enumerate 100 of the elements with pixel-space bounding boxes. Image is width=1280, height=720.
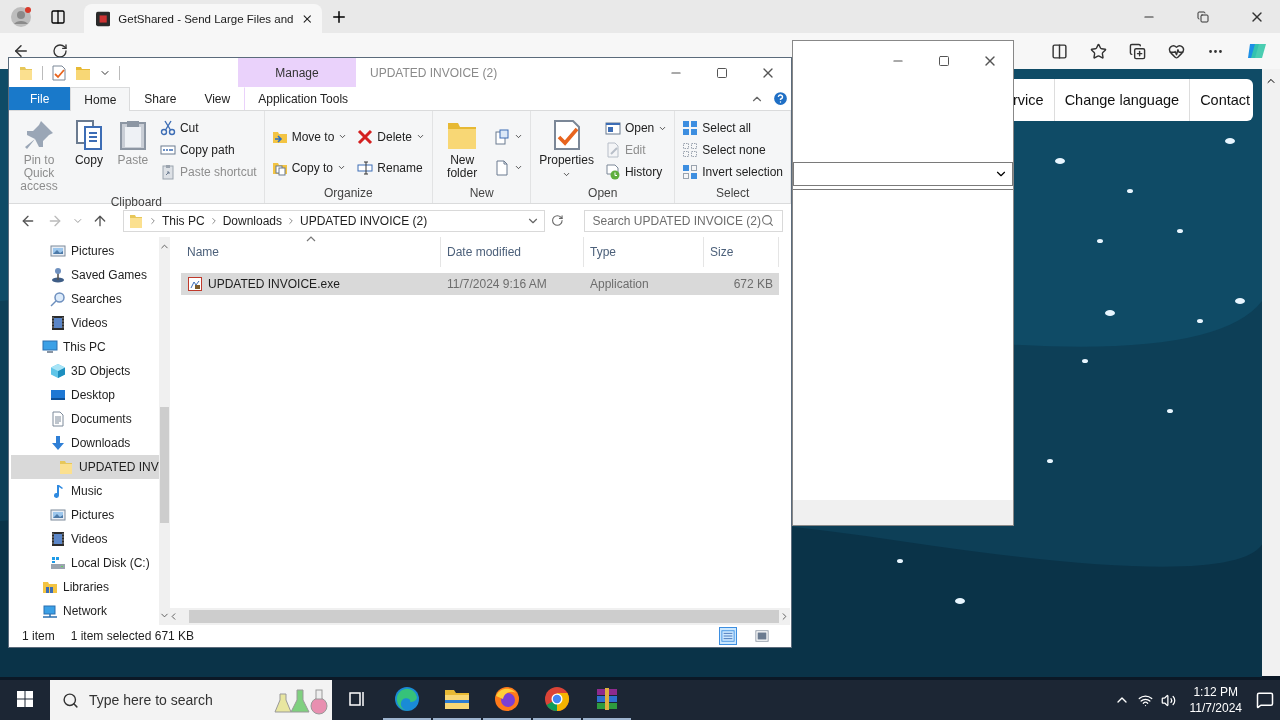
monitor-icon — [42, 339, 58, 355]
status-text: 1 item selected 671 KB — [70, 629, 195, 643]
refresh-icon[interactable] — [52, 43, 68, 59]
nav-item[interactable]: Local Disk (C:) — [11, 551, 159, 575]
view-toggle[interactable] — [753, 627, 771, 645]
ribbon-button[interactable]: Select none — [679, 139, 786, 161]
search-icon — [761, 214, 774, 227]
profile-avatar[interactable] — [10, 5, 32, 28]
taskbar-search-field[interactable]: Type here to search — [50, 680, 332, 720]
column-header[interactable]: Date modified — [441, 237, 584, 267]
context-tab-header: Manage — [238, 58, 356, 87]
nav-link[interactable]: Contact — [1189, 79, 1261, 121]
ribbon-tab[interactable]: Home — [70, 87, 131, 111]
scissors-icon — [159, 120, 176, 136]
nav-item[interactable]: Videos — [11, 311, 159, 335]
table-cell-text: 672 KB — [732, 276, 774, 293]
cube-icon — [50, 363, 66, 379]
ribbon-button[interactable]: Move to — [268, 125, 351, 148]
ribbon-button[interactable]: Copy path — [156, 139, 260, 161]
notifications-icon[interactable] — [1256, 691, 1274, 709]
scroll-thumb[interactable] — [189, 610, 779, 623]
table-cell-text: 11/7/2024 9:16 AM — [446, 276, 548, 293]
volume-icon[interactable] — [1160, 692, 1176, 708]
nav-item[interactable]: UPDATED INV — [11, 455, 159, 479]
nav-item[interactable]: Music — [11, 479, 159, 503]
ribbon-button[interactable]: New folder — [437, 117, 488, 182]
caret-icon — [338, 132, 348, 141]
ribbon-button[interactable]: Cut — [156, 117, 260, 139]
performance-icon[interactable] — [1168, 42, 1185, 60]
firefox-icon[interactable] — [494, 686, 520, 712]
ribbon-button[interactable]: Select all — [679, 117, 786, 139]
clock[interactable]: 1:12 PM 11/7/2024 — [1183, 684, 1248, 716]
nav-item[interactable]: Pictures — [11, 239, 159, 263]
file-row[interactable]: UPDATED INVOICE.exe 11/7/2024 9:16 AM Application 672 KB — [181, 273, 779, 295]
favorites-icon[interactable] — [1090, 42, 1107, 60]
nav-link[interactable]: Change language — [1053, 79, 1190, 121]
ribbon-button[interactable]: Rename — [354, 156, 429, 179]
edge-icon[interactable] — [394, 686, 420, 712]
details-view-icon — [721, 629, 735, 643]
network-icon[interactable] — [1137, 692, 1153, 708]
sort-caret-icon — [304, 235, 317, 242]
view-toggle[interactable] — [719, 627, 737, 645]
caret-icon — [562, 170, 572, 179]
ribbon-button[interactable]: Delete — [354, 125, 429, 148]
help-icon[interactable] — [772, 90, 789, 107]
properties-icon[interactable] — [51, 64, 67, 81]
column-header[interactable]: Size — [704, 237, 779, 267]
nav-item[interactable]: Network — [11, 599, 159, 623]
nav-item[interactable]: 3D Objects — [11, 359, 159, 383]
chevron-icon — [286, 215, 296, 226]
nav-item[interactable]: Downloads — [11, 431, 159, 455]
back-icon[interactable] — [12, 42, 30, 60]
breadcrumb-item[interactable]: UPDATED INVOICE (2) — [300, 213, 428, 228]
nav-item[interactable]: Pictures — [11, 503, 159, 527]
rename-icon — [357, 159, 374, 176]
network-icon — [42, 603, 58, 619]
film-icon — [50, 531, 66, 547]
folder-icon — [127, 212, 144, 229]
split-screen-icon[interactable] — [1051, 42, 1068, 60]
search-field[interactable]: Search UPDATED INVOICE (2) — [583, 209, 783, 232]
chrome-icon[interactable] — [544, 686, 570, 712]
ribbon-button[interactable]: Properties — [535, 117, 598, 181]
tab-actions-icon[interactable] — [50, 8, 66, 25]
application-file-icon — [187, 276, 203, 292]
scroll-thumb[interactable] — [159, 407, 169, 523]
nav-item[interactable]: Videos — [11, 527, 159, 551]
nav-item[interactable]: Searches — [11, 287, 159, 311]
column-header[interactable]: Name — [181, 237, 441, 267]
ribbon-button[interactable]: Copy — [68, 117, 109, 169]
nav-link[interactable]: rvice — [1013, 79, 1054, 121]
image-icon — [50, 243, 66, 259]
nav-item[interactable]: Saved Games — [11, 263, 159, 287]
ribbon-tab[interactable]: File — [9, 87, 71, 110]
nav-item[interactable]: Libraries — [11, 575, 159, 599]
path-icon — [159, 142, 176, 158]
breadcrumb-item[interactable]: This PC — [161, 213, 205, 228]
down-arrow-icon — [50, 435, 66, 451]
new-item-icon — [494, 128, 511, 145]
history-icon — [604, 164, 621, 180]
ribbon-button[interactable]: History — [601, 161, 671, 183]
table-cell-text: Application — [589, 276, 650, 293]
ribbon-button[interactable]: Copy to — [268, 156, 351, 179]
ribbon-button[interactable]: Invert selection — [679, 161, 786, 183]
caret-icon — [514, 163, 524, 172]
ribbon-button[interactable]: Open — [601, 117, 671, 139]
collections-icon[interactable] — [1129, 42, 1146, 60]
dropdown[interactable] — [793, 162, 1013, 186]
breadcrumb-item[interactable]: Downloads — [222, 213, 282, 228]
books-icon[interactable] — [594, 686, 620, 712]
group-label: Organize — [323, 185, 374, 202]
joystick-icon — [50, 267, 66, 283]
folder-icon[interactable] — [444, 687, 470, 711]
delete-icon — [357, 128, 374, 145]
address-bar[interactable]: This PC Downloads UPDATED INVOICE (2) — [122, 209, 545, 232]
column-header[interactable]: Type — [584, 237, 704, 267]
task-view-icon[interactable] — [347, 689, 367, 709]
nav-item[interactable]: Documents — [11, 407, 159, 431]
nav-item[interactable]: Desktop — [11, 383, 159, 407]
browser-tab[interactable]: GetShared - Send Large Files and — [84, 4, 322, 33]
nav-item[interactable]: This PC — [11, 335, 159, 359]
